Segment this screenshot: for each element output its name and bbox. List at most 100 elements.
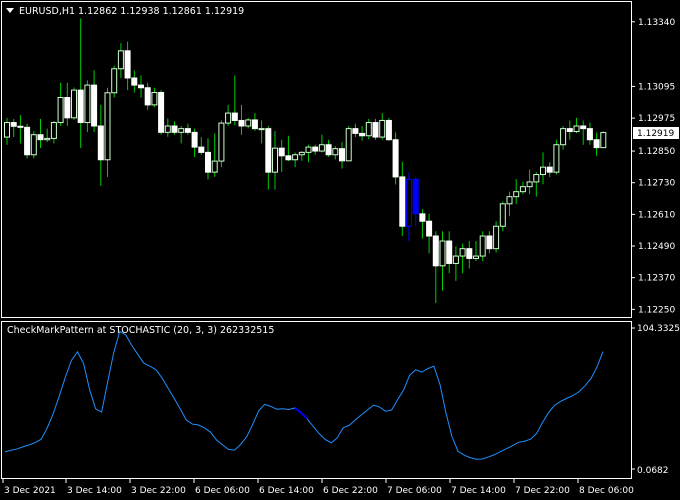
candle-bull	[4, 122, 10, 138]
candle-bull	[272, 147, 278, 173]
time-label: 3 Dec 2021	[4, 486, 56, 496]
candle-bear	[10, 122, 17, 127]
candle-bull	[553, 144, 560, 173]
candle-bear	[17, 125, 24, 128]
symbol-timeframe: EURUSD,H1	[19, 6, 75, 17]
candle-bear	[205, 151, 211, 173]
candle-bull	[452, 255, 459, 264]
candle-bear	[566, 128, 573, 133]
candle-bull	[406, 178, 412, 227]
candle-bull	[365, 122, 372, 137]
candle-bear	[124, 50, 131, 79]
candle-bear	[586, 128, 593, 141]
price-label: 1.12610	[638, 210, 675, 220]
candle-bear	[285, 155, 292, 161]
candle-bear	[77, 89, 84, 124]
candle-bear	[546, 166, 553, 173]
candle-bull	[71, 89, 77, 119]
candle-bull	[540, 166, 546, 176]
candle-bear	[466, 248, 473, 259]
price-label: 1.12850	[638, 147, 675, 157]
candle-bear	[97, 125, 104, 161]
current-price-label: 1.12919	[637, 129, 674, 139]
candle-bear	[64, 97, 71, 119]
candle-bear	[325, 144, 332, 156]
candle-bear	[231, 112, 238, 121]
price-label: 1.13095	[638, 82, 675, 92]
candle-bear	[91, 84, 98, 127]
candle-bull	[519, 186, 526, 193]
time-label: 7 Dec 06:00	[387, 486, 442, 496]
candle-bull	[218, 122, 225, 162]
price-label: 1.12490	[638, 242, 675, 252]
candle-bear	[372, 122, 379, 138]
candle-bear	[144, 87, 151, 106]
candle-bear	[426, 220, 433, 237]
time-label: 6 Dec 14:00	[259, 486, 314, 496]
candle-bull	[332, 148, 339, 156]
candle-bull	[439, 240, 446, 267]
candle-bear	[412, 178, 419, 215]
candle-bear	[184, 128, 191, 133]
candle-bear	[198, 146, 205, 153]
candle-bull	[164, 125, 171, 133]
candle-bear	[24, 126, 31, 156]
time-label: 7 Dec 14:00	[451, 486, 506, 496]
candle-bull	[506, 196, 513, 205]
time-label: 8 Dec 06:00	[579, 486, 634, 496]
candle-bear	[138, 84, 144, 89]
current-price-tag: 1.12919	[633, 127, 679, 139]
candle-bull	[379, 119, 386, 138]
candle-bull	[44, 137, 51, 141]
indicator-axis-top: 104.3325	[637, 324, 680, 334]
candle-bear	[432, 235, 439, 267]
candle-bull	[533, 174, 540, 183]
candle-bull	[111, 68, 118, 94]
candle-bull	[513, 191, 520, 198]
trading-chart[interactable]: EURUSD,H1 1.12862 1.12938 1.12861 1.1291…	[0, 0, 680, 500]
candle-bear	[37, 134, 44, 141]
candle-bear	[446, 240, 453, 264]
time-label: 3 Dec 14:00	[67, 486, 122, 496]
price-label: 1.12730	[638, 179, 675, 189]
candle-bull	[298, 151, 305, 156]
candle-bear	[278, 147, 285, 157]
candle-bear	[191, 131, 198, 148]
candle-bull	[258, 128, 265, 131]
candle-bear	[265, 128, 272, 173]
candle-bull	[318, 144, 325, 152]
candle-bear	[339, 148, 345, 162]
candle-bear	[392, 139, 399, 178]
candle-bear	[419, 213, 426, 222]
candle-bull	[560, 128, 567, 146]
candle-bull	[345, 128, 352, 162]
candle-bear	[251, 119, 258, 130]
candle-bear	[238, 119, 245, 127]
candle-bull	[600, 132, 607, 149]
candle-bull	[245, 119, 252, 127]
time-label: 3 Dec 22:00	[131, 486, 186, 496]
price-label: 1.12250	[638, 305, 675, 315]
chart-header: EURUSD,H1 1.12862 1.12938 1.12861 1.1291…	[6, 6, 244, 17]
candle-bull	[473, 255, 479, 259]
candle-bull	[178, 128, 185, 133]
price-label: 1.12370	[638, 274, 675, 284]
candle-bull	[57, 97, 64, 124]
candle-bull	[479, 235, 486, 257]
candle-bear	[158, 91, 165, 133]
candle-bull	[211, 160, 218, 173]
time-label: 7 Dec 22:00	[515, 486, 570, 496]
candle-bull	[117, 50, 124, 70]
candle-bull	[499, 203, 506, 227]
candle-bull	[225, 112, 232, 124]
candle-bear	[399, 176, 406, 227]
ohlc-values: 1.12862 1.12938 1.12861 1.12919	[78, 6, 244, 17]
candle-bear	[359, 132, 366, 137]
candle-bull	[573, 125, 580, 133]
candle-bull	[50, 122, 57, 139]
candle-bull	[104, 92, 111, 161]
candle-bull	[493, 225, 500, 250]
candle-bear	[580, 125, 587, 130]
candle-bull	[30, 134, 37, 156]
time-label: 6 Dec 22:00	[323, 486, 378, 496]
